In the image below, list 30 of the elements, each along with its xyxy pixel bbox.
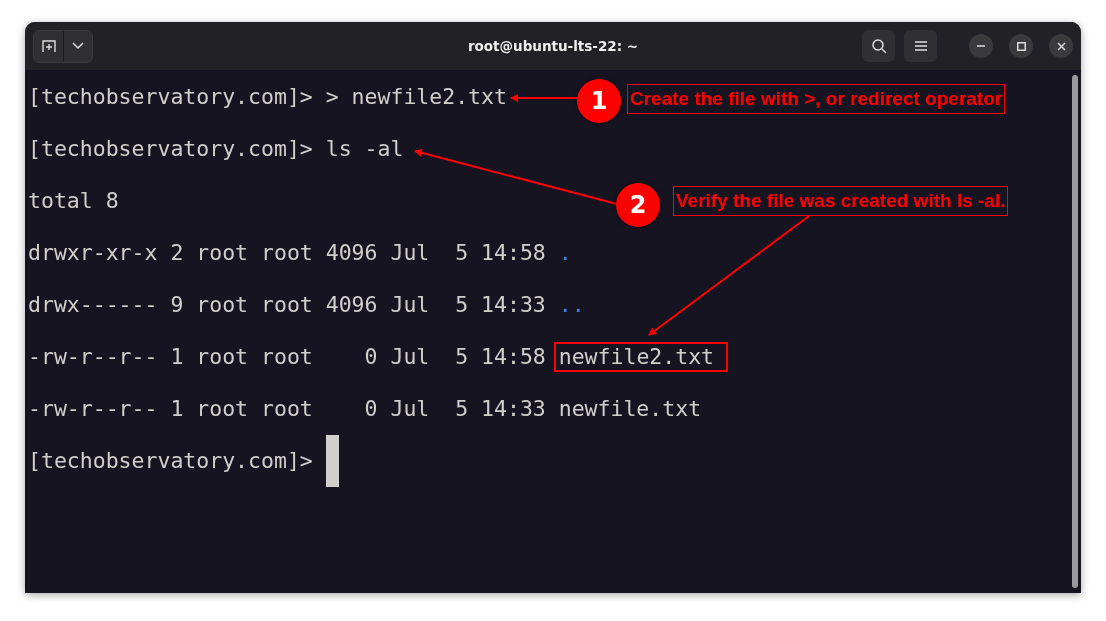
menu-button[interactable] bbox=[904, 30, 937, 62]
terminal-text: [techobservatory.com]> > newfile2.txt bbox=[28, 83, 507, 111]
directory-name: .. bbox=[558, 291, 585, 319]
annotation-label: Verify the file was created with ls -al. bbox=[673, 186, 1009, 216]
terminal-text: [techobservatory.com]> ls -al bbox=[28, 135, 404, 163]
minimize-icon bbox=[977, 45, 985, 47]
terminal-text: -rw-r--r-- 1 root root 0 Jul 5 14:33 newfile.txt bbox=[28, 395, 702, 423]
arrow bbox=[510, 94, 578, 102]
step-number-badge: 1 bbox=[577, 79, 621, 123]
close-button[interactable] bbox=[1049, 34, 1073, 58]
scrollbar[interactable] bbox=[1072, 75, 1078, 588]
directory-name: . bbox=[558, 239, 572, 267]
terminal-text: drwx------ 9 root root 4096 Jul 5 14:33 bbox=[28, 291, 547, 319]
highlighted-filename: newfile2.txt bbox=[553, 342, 729, 372]
terminal-text: -rw-r--r-- 1 root root 0 Jul 5 14:58 bbox=[28, 343, 547, 371]
maximize-button[interactable] bbox=[1009, 34, 1033, 58]
search-icon bbox=[870, 38, 887, 54]
caret-icon bbox=[72, 42, 84, 50]
terminal-text: [techobservatory.com]> bbox=[28, 447, 314, 475]
window-title: root@ubuntu-lts-22: ~ bbox=[467, 38, 639, 54]
maximize-icon bbox=[1016, 41, 1026, 51]
minimize-button[interactable] bbox=[969, 34, 993, 58]
close-icon bbox=[1056, 41, 1066, 51]
annotation-label: Create the file with >, or redirect operator bbox=[627, 84, 1006, 114]
menu-icon bbox=[914, 41, 927, 51]
new-tab-icon bbox=[40, 38, 57, 54]
search-button[interactable] bbox=[862, 30, 895, 62]
step-number-badge: 2 bbox=[616, 183, 660, 227]
terminal-text: drwxr-xr-x 2 root root 4096 Jul 5 14:58 bbox=[28, 239, 547, 267]
terminal-text: total 8 bbox=[28, 187, 119, 215]
